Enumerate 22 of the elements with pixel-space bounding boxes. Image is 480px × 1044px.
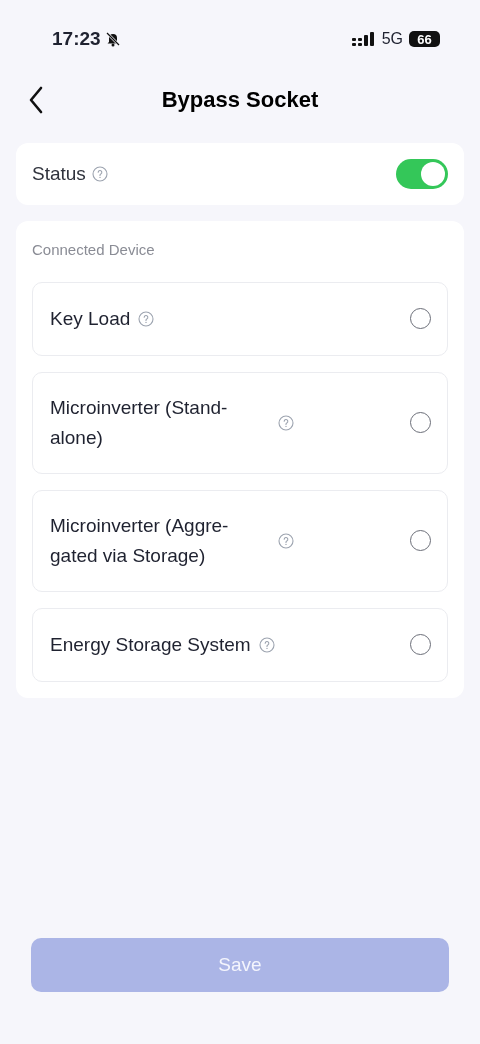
- option-label: Microinverter (Aggre-gated via Storage): [50, 513, 230, 568]
- battery-indicator: 66: [409, 31, 440, 47]
- device-option[interactable]: Microinverter (Aggre-gated via Storage): [32, 489, 448, 592]
- clock-time: 17:23: [52, 26, 101, 51]
- option-label: Key Load: [50, 306, 131, 331]
- help-icon[interactable]: [258, 636, 275, 653]
- device-option[interactable]: Energy Storage System: [32, 607, 448, 682]
- bell-off-icon: [104, 31, 121, 47]
- status-toggle[interactable]: [396, 159, 448, 189]
- page-title: Bypass Socket: [161, 85, 319, 114]
- status-label: Status: [32, 161, 86, 186]
- section-label: Connected Device: [32, 240, 156, 260]
- device-option[interactable]: Microinverter (Stand-alone): [32, 371, 448, 474]
- help-icon[interactable]: [278, 414, 294, 431]
- device-option[interactable]: Key Load: [32, 281, 448, 356]
- help-icon[interactable]: [138, 310, 155, 327]
- help-icon[interactable]: [91, 166, 108, 182]
- help-icon[interactable]: [278, 532, 294, 549]
- option-label: Microinverter (Stand-alone): [50, 395, 229, 450]
- option-label: Energy Storage System: [50, 632, 251, 657]
- network-label: 5G: [381, 29, 403, 49]
- signal-icon: [351, 32, 376, 46]
